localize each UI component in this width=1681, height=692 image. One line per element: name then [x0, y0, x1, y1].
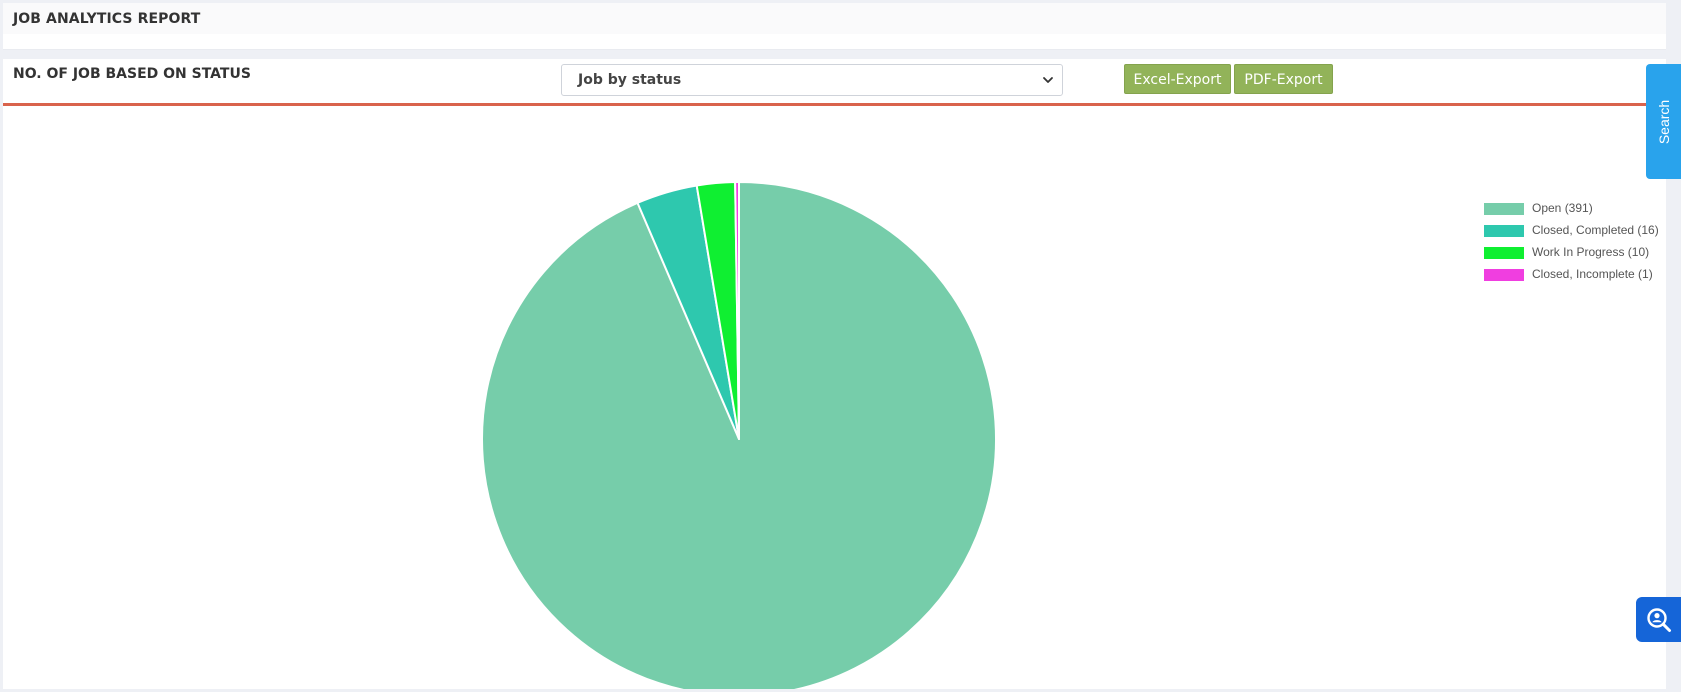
chart-panel: NO. OF JOB BASED ON STATUS Job by status…: [3, 59, 1666, 689]
pdf-export-button[interactable]: PDF-Export: [1234, 64, 1333, 94]
legend-swatch: [1484, 269, 1524, 281]
legend-swatch: [1484, 225, 1524, 237]
excel-export-button[interactable]: Excel-Export: [1124, 64, 1231, 94]
panel-title: NO. OF JOB BASED ON STATUS: [13, 66, 251, 82]
report-type-select-value: Job by status: [578, 72, 682, 88]
report-header: JOB ANALYTICS REPORT: [3, 3, 1666, 50]
person-search-icon: [1647, 608, 1671, 632]
chevron-down-icon: [1043, 77, 1053, 83]
pie-chart: [481, 180, 997, 689]
search-side-tab[interactable]: Search: [1646, 64, 1681, 179]
page-title: JOB ANALYTICS REPORT: [13, 11, 201, 27]
panel-header: NO. OF JOB BASED ON STATUS Job by status…: [3, 59, 1666, 106]
legend-swatch: [1484, 203, 1524, 215]
header-divider-strip: [3, 34, 1666, 49]
legend-label: Open (391): [1532, 201, 1593, 215]
report-type-select[interactable]: Job by status: [561, 64, 1063, 96]
legend-label: Work In Progress (10): [1532, 245, 1650, 259]
pie-chart-area: Open (391) Closed, Completed (16) Work In …: [3, 106, 1666, 689]
legend-label: Closed, Incomplete (1): [1532, 267, 1653, 281]
legend-label: Closed, Completed (16): [1532, 223, 1659, 237]
job-analytics-page: JOB ANALYTICS REPORT NO. OF JOB BASED ON…: [0, 0, 1681, 692]
search-side-tab-label: Search: [1655, 99, 1672, 144]
person-search-fab[interactable]: [1636, 597, 1681, 642]
legend-swatch: [1484, 247, 1524, 259]
